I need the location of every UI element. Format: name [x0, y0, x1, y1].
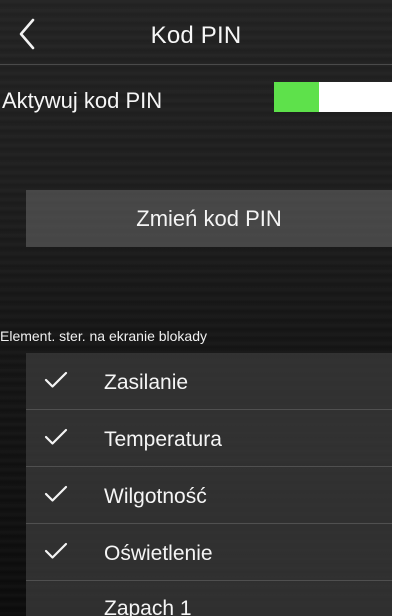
toggle-active-fill	[274, 82, 319, 112]
checkmark-icon	[44, 542, 68, 560]
list-item-temperatura[interactable]: Temperatura	[26, 410, 392, 467]
list-item-label: Wilgotność	[104, 485, 207, 508]
list-item-oswietlenie[interactable]: Oświetlenie	[26, 524, 392, 581]
list-item-label: Zapach 1	[104, 597, 192, 616]
checkmark-icon	[44, 371, 68, 389]
lock-screen-controls-label: Element. ster. na ekranie blokady	[0, 328, 208, 344]
lock-screen-controls-list: Zasilanie Temperatura Wilgotność Oświetl…	[26, 353, 392, 616]
list-item-wilgotnosc[interactable]: Wilgotność	[26, 467, 392, 524]
change-pin-button[interactable]: Zmień kod PIN	[26, 190, 392, 247]
checkmark-icon	[44, 485, 68, 503]
activate-pin-toggle[interactable]	[274, 82, 392, 112]
page-title: Kod PIN	[150, 22, 242, 49]
list-item-label: Temperatura	[104, 428, 222, 451]
pin-settings-screen: Kod PIN Aktywuj kod PIN Zmień kod PIN El…	[0, 0, 392, 616]
list-item-label: Zasilanie	[104, 371, 189, 394]
header-bar: Kod PIN	[0, 0, 392, 65]
list-item-zapach-1[interactable]: Zapach 1	[26, 581, 392, 616]
checkmark-icon	[44, 428, 68, 446]
list-item-label: Oświetlenie	[104, 542, 213, 565]
list-item-zasilanie[interactable]: Zasilanie	[26, 353, 392, 410]
chevron-left-icon	[18, 18, 36, 50]
back-button[interactable]	[18, 14, 52, 54]
activate-pin-label: Aktywuj kod PIN	[2, 88, 163, 113]
